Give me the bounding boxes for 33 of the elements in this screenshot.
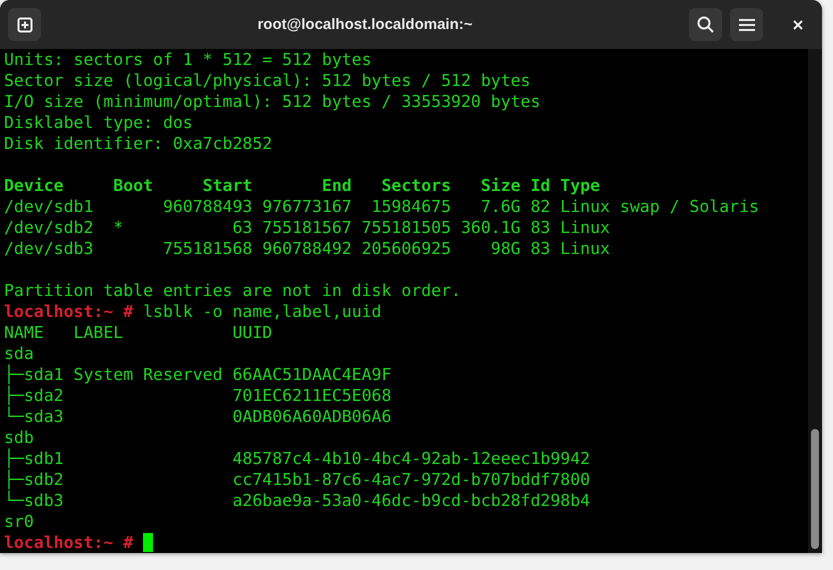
table-header-line: Device Boot Start End Sectors Size Id Type <box>4 175 602 196</box>
terminal-line: ├─sdb1 485787c4-4b10-4bc4-92ab-12eeec1b9942 <box>4 448 592 469</box>
terminal-line: Partition table entries are not in disk order. <box>4 280 462 301</box>
new-tab-button[interactable] <box>8 8 41 41</box>
terminal-line: I/O size (minimum/optimal): 512 bytes / 33553920 bytes <box>4 91 542 112</box>
terminal-line: /dev/sdb1 960788493 976773167 15984675 7.6G 82 Linux swap / Solaris <box>4 196 760 217</box>
terminal-line: Disklabel type: dos <box>4 112 194 133</box>
terminal-line: /dev/sdb2 * 63 755181567 755181505 360.1G 83 Linux <box>4 217 611 238</box>
plus-box-icon <box>16 16 32 32</box>
terminal-line: sda <box>4 343 35 364</box>
terminal-line: sdb <box>4 427 35 448</box>
terminal-line: ├─sda2 701EC6211EC5E068 <box>4 385 392 406</box>
close-icon <box>792 20 802 30</box>
terminal-line: Disk identifier: 0xa7cb2852 <box>4 133 274 154</box>
menu-button[interactable] <box>730 8 763 41</box>
command-text: lsblk -o name,label,uuid <box>143 302 382 321</box>
scrollbar-thumb[interactable] <box>811 429 819 549</box>
shell-prompt: localhost:~ # <box>4 302 134 321</box>
menu-icon <box>738 18 754 32</box>
window-title: root@localhost.localdomain:~ <box>256 16 474 33</box>
terminal-line: sr0 <box>4 511 35 532</box>
terminal-line: NAME LABEL UUID <box>4 322 274 343</box>
terminal-line: Sector size (logical/physical): 512 bytes / 512 bytes <box>4 70 532 91</box>
scrollbar[interactable] <box>808 49 822 553</box>
terminal-line: Units: sectors of 1 * 512 = 512 bytes <box>4 49 373 70</box>
search-button[interactable] <box>689 8 722 41</box>
search-icon <box>697 16 714 33</box>
terminal-line: /dev/sdb3 755181568 960788492 205606925 98G 83 Linux <box>4 238 611 259</box>
terminal-line: ├─sda1 System Reserved 66AAC51DAAC4EA9F <box>4 364 392 385</box>
terminal-line: ├─sdb2 cc7415b1-87c6-4ac7-972d-b707bddf7800 <box>4 469 592 490</box>
terminal-line: └─sdb3 a26bae9a-53a0-46dc-b9cd-bcb28fd298b4 <box>4 490 592 511</box>
shell-prompt: localhost:~ # <box>4 533 134 552</box>
terminal-line: └─sda3 0ADB06A60ADB06A6 <box>4 406 392 427</box>
